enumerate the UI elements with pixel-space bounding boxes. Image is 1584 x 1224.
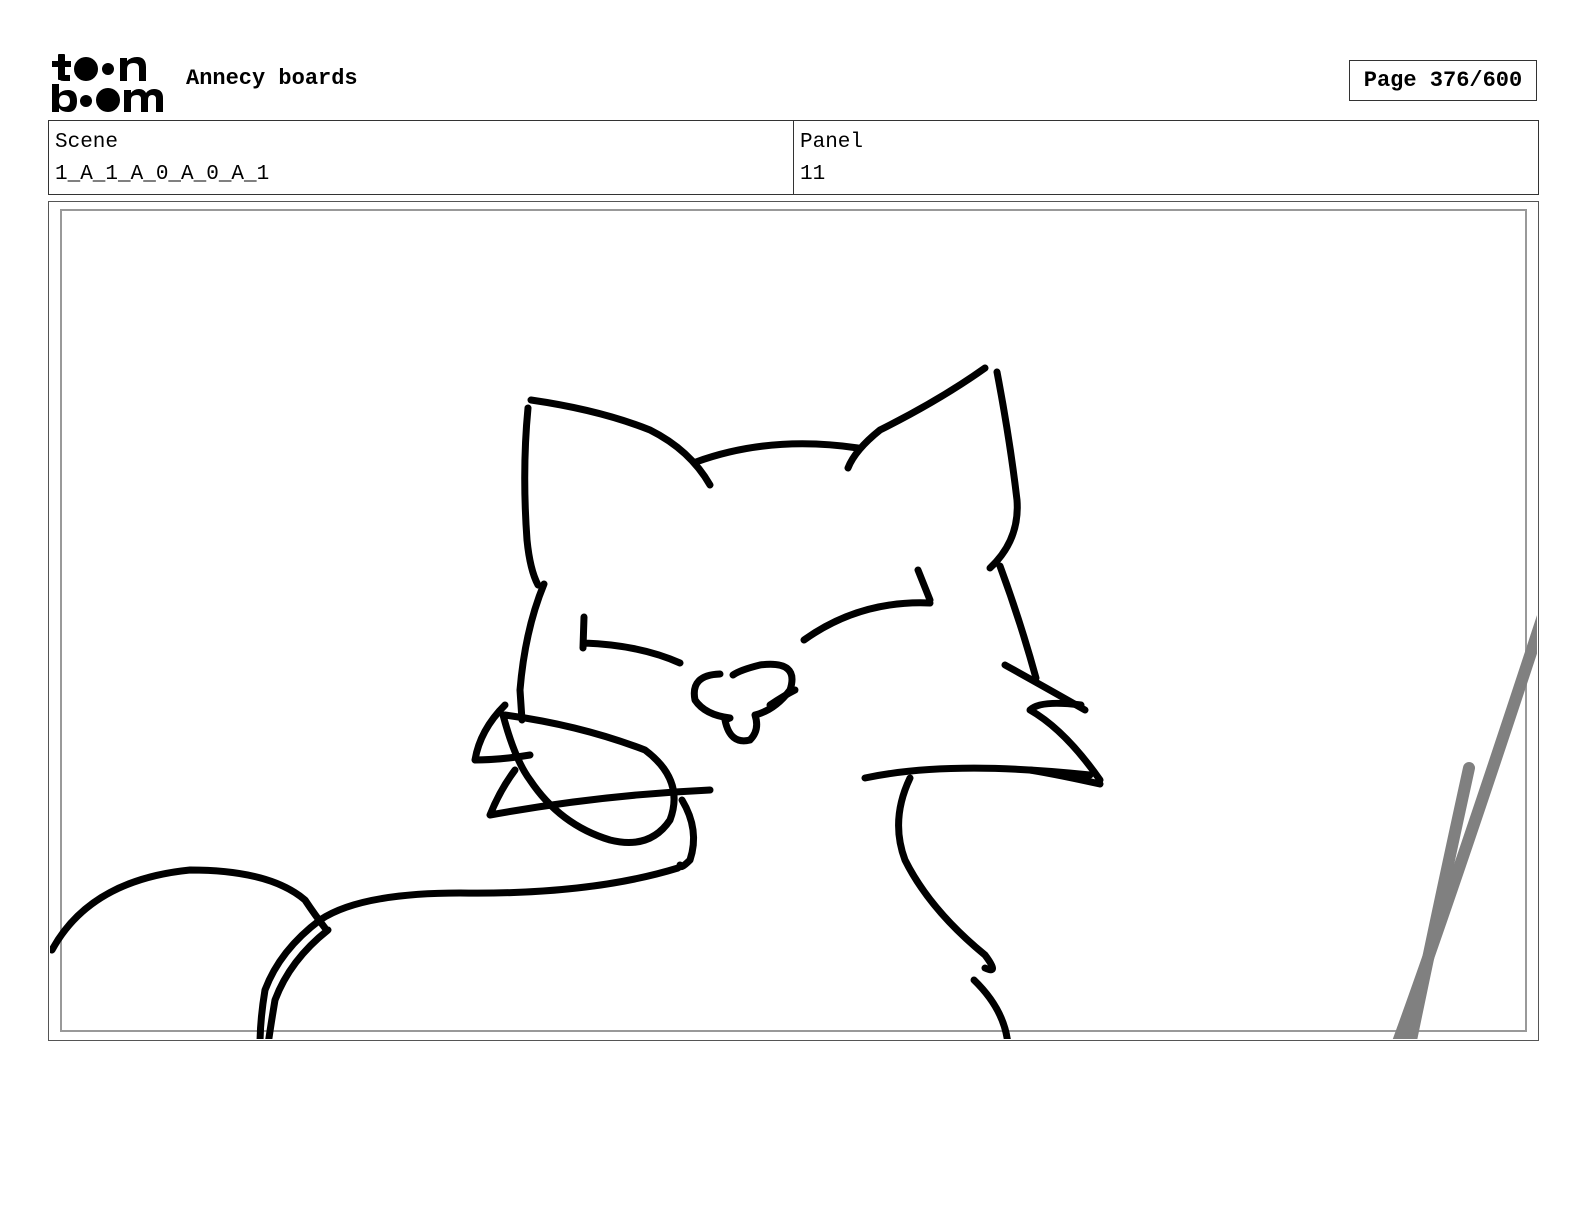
- cat-right-cheek: [996, 562, 1040, 682]
- cat-tail: [50, 866, 329, 954]
- cat-right-eye: [800, 566, 934, 644]
- cat-paw: [499, 711, 678, 846]
- cat-head-top: [692, 440, 862, 466]
- cat-left-cheek: [516, 580, 548, 724]
- cat-paw-curl: [676, 796, 698, 871]
- cat-chest: [895, 774, 996, 974]
- cat-left-eye: [579, 613, 684, 667]
- cat-back-inner: [265, 926, 332, 1039]
- cat-back: [256, 864, 682, 1039]
- cat-paw-claw-2: [486, 766, 714, 819]
- cat-left-ear: [527, 396, 714, 489]
- cat-sketch: [50, 364, 1537, 1039]
- cat-right-ear: [844, 364, 989, 472]
- cat-left-face-outline: [521, 404, 542, 589]
- cat-right-ear-back: [986, 368, 1021, 572]
- cat-chest-lower: [970, 976, 1011, 1039]
- sketch-stroke-gray-2: [1405, 762, 1475, 1039]
